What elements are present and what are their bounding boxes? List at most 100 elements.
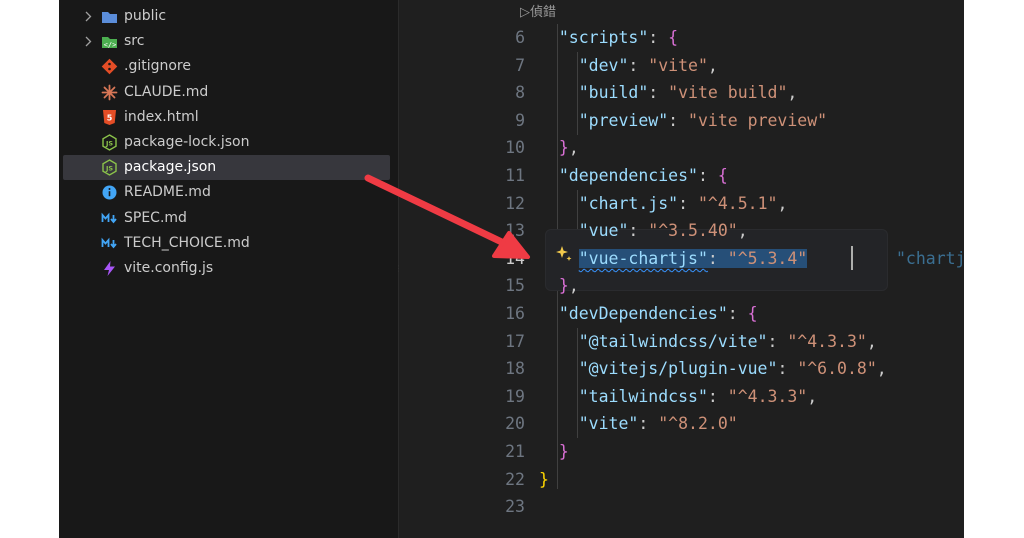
json-key: "devDependencies"	[558, 304, 728, 323]
json-key: "tailwindcss"	[578, 386, 708, 406]
json-string: "^4.5.1"	[697, 193, 778, 213]
line-number: 16	[505, 304, 525, 323]
code-editor[interactable]: ▷偵錯 6 7 8 9 10 11 12 13 14 15 16 17 18 19 20 21 22 23 "sc…	[399, 0, 964, 538]
explorer-item[interactable]: </> src	[63, 29, 390, 54]
git-icon	[101, 58, 118, 75]
json-key: "@vitejs/plugin-vue"	[578, 359, 778, 379]
json-key: "preview"	[578, 110, 669, 130]
chevron-right-icon[interactable]	[82, 4, 94, 29]
explorer-item[interactable]: 5 index.html	[63, 105, 390, 130]
text-selection: "vue-chartjs": "^5.3.4"	[578, 248, 808, 268]
line-number: 22	[505, 469, 525, 489]
line-number: 19	[505, 386, 525, 406]
json-key: "dependencies"	[558, 166, 698, 185]
info-icon	[101, 184, 118, 201]
claude-icon	[101, 84, 118, 101]
explorer-item[interactable]: CLAUDE.md	[63, 80, 390, 105]
json-key: "@tailwindcss/vite"	[578, 331, 768, 351]
explorer-item[interactable]: SPEC.md	[63, 206, 390, 231]
json-string: "^3.5.40"	[648, 221, 738, 241]
line-number: 17	[505, 331, 525, 351]
sparkle-icon[interactable]	[555, 245, 573, 263]
code-line-20[interactable]: "vite": "^8.2.0"	[539, 410, 738, 438]
markdown-icon	[101, 235, 118, 252]
line-number: 15	[505, 276, 525, 296]
file-explorer: public </> src .gitignore CLAUDE.md 5 index.ht…	[59, 0, 398, 538]
vite-icon	[101, 260, 118, 277]
line-number: 6	[515, 28, 525, 47]
code-line-6[interactable]: "scripts": {	[539, 24, 678, 52]
svg-text:JS: JS	[105, 164, 113, 172]
line-number: 14	[505, 248, 525, 268]
explorer-item-label: CLAUDE.md	[124, 83, 209, 100]
json-string: "vite build"	[668, 83, 788, 103]
html-icon: 5	[101, 109, 118, 126]
json-key: "chart.js"	[578, 193, 679, 213]
code-line-15[interactable]: },	[539, 272, 579, 300]
chevron-right-icon[interactable]	[82, 29, 94, 54]
json-key: "vue-chartjs"	[578, 248, 708, 268]
json-string: "^4.3.3"	[787, 331, 867, 351]
explorer-item[interactable]: public	[63, 4, 390, 29]
json-key: "dev"	[578, 55, 629, 75]
explorer-item-label: README.md	[124, 184, 211, 201]
code-line-9[interactable]: "preview": "vite preview"	[539, 107, 827, 135]
json-string: "vite preview"	[688, 110, 828, 130]
json-string: "^4.3.3"	[727, 386, 808, 406]
code-line-17[interactable]: "@tailwindcss/vite": "^4.3.3",	[539, 328, 877, 356]
svg-text:</>: </>	[104, 41, 117, 49]
code-line-21[interactable]: }	[539, 438, 569, 466]
line-number: 23	[505, 497, 525, 517]
explorer-item-label: package-lock.json	[124, 134, 250, 150]
text-cursor	[851, 246, 853, 270]
explorer-item[interactable]: .gitignore	[63, 54, 390, 79]
code-line-16[interactable]: "devDependencies": {	[539, 300, 758, 328]
json-string: "^5.3.4"	[727, 248, 808, 268]
explorer-item-label: src	[124, 33, 145, 50]
explorer-item-label: SPEC.md	[124, 209, 187, 226]
code-line-22[interactable]: }	[539, 466, 549, 494]
line-number: 11	[505, 166, 525, 185]
explorer-item[interactable]: TECH_CHOICE.md	[63, 231, 390, 256]
code-line-12[interactable]: "chart.js": "^4.5.1",	[539, 190, 788, 218]
folder-icon	[101, 8, 118, 25]
explorer-item-label: index.html	[124, 108, 199, 125]
json-string: "vite"	[648, 55, 708, 75]
code-line-10[interactable]: },	[539, 134, 579, 162]
line-number: 7	[515, 55, 525, 75]
line-number: 20	[505, 414, 525, 434]
markdown-icon	[101, 210, 118, 227]
json-key: "build"	[578, 83, 649, 103]
line-number: 10	[505, 138, 525, 158]
explorer-item[interactable]: JS package.json	[63, 155, 390, 181]
explorer-item-label: .gitignore	[124, 58, 191, 75]
explorer-item-label: public	[124, 8, 167, 24]
code-line-8[interactable]: "build": "vite build",	[539, 79, 798, 107]
debug-codelens[interactable]: ▷偵錯	[520, 2, 556, 24]
vscode-window: public </> src .gitignore CLAUDE.md 5 index.ht…	[59, 0, 964, 538]
code-line-19[interactable]: "tailwindcss": "^4.3.3",	[539, 383, 817, 411]
explorer-item[interactable]: vite.config.js	[63, 256, 390, 281]
json-string: "^8.2.0"	[658, 414, 738, 434]
json-key: "vite"	[578, 414, 639, 434]
code-line-14[interactable]: "vue-chartjs": "^5.3.4"	[539, 245, 808, 273]
inline-suggestion[interactable]: "chartjs": "	[896, 245, 964, 273]
line-number: 18	[505, 359, 525, 379]
code-line-11[interactable]: "dependencies": {	[539, 162, 728, 190]
json-key: "vue"	[578, 221, 629, 241]
explorer-item[interactable]: JS package-lock.json	[63, 130, 390, 155]
nodejs-icon: JS	[101, 159, 118, 176]
code-line-18[interactable]: "@vitejs/plugin-vue": "^6.0.8",	[539, 355, 887, 383]
explorer-item[interactable]: README.md	[63, 180, 390, 205]
explorer-item-label: TECH_CHOICE.md	[124, 234, 250, 251]
explorer-item-label: package.json	[124, 159, 217, 176]
code-line-13[interactable]: "vue": "^3.5.40",	[539, 217, 748, 245]
explorer-item-label: vite.config.js	[124, 260, 214, 276]
line-number: 12	[505, 193, 525, 213]
line-number: 8	[515, 83, 525, 103]
line-number: 21	[505, 442, 525, 461]
json-key: "scripts"	[558, 28, 649, 47]
svg-text:5: 5	[107, 113, 113, 122]
code-line-7[interactable]: "dev": "vite",	[539, 52, 718, 80]
line-number: 9	[515, 110, 525, 130]
